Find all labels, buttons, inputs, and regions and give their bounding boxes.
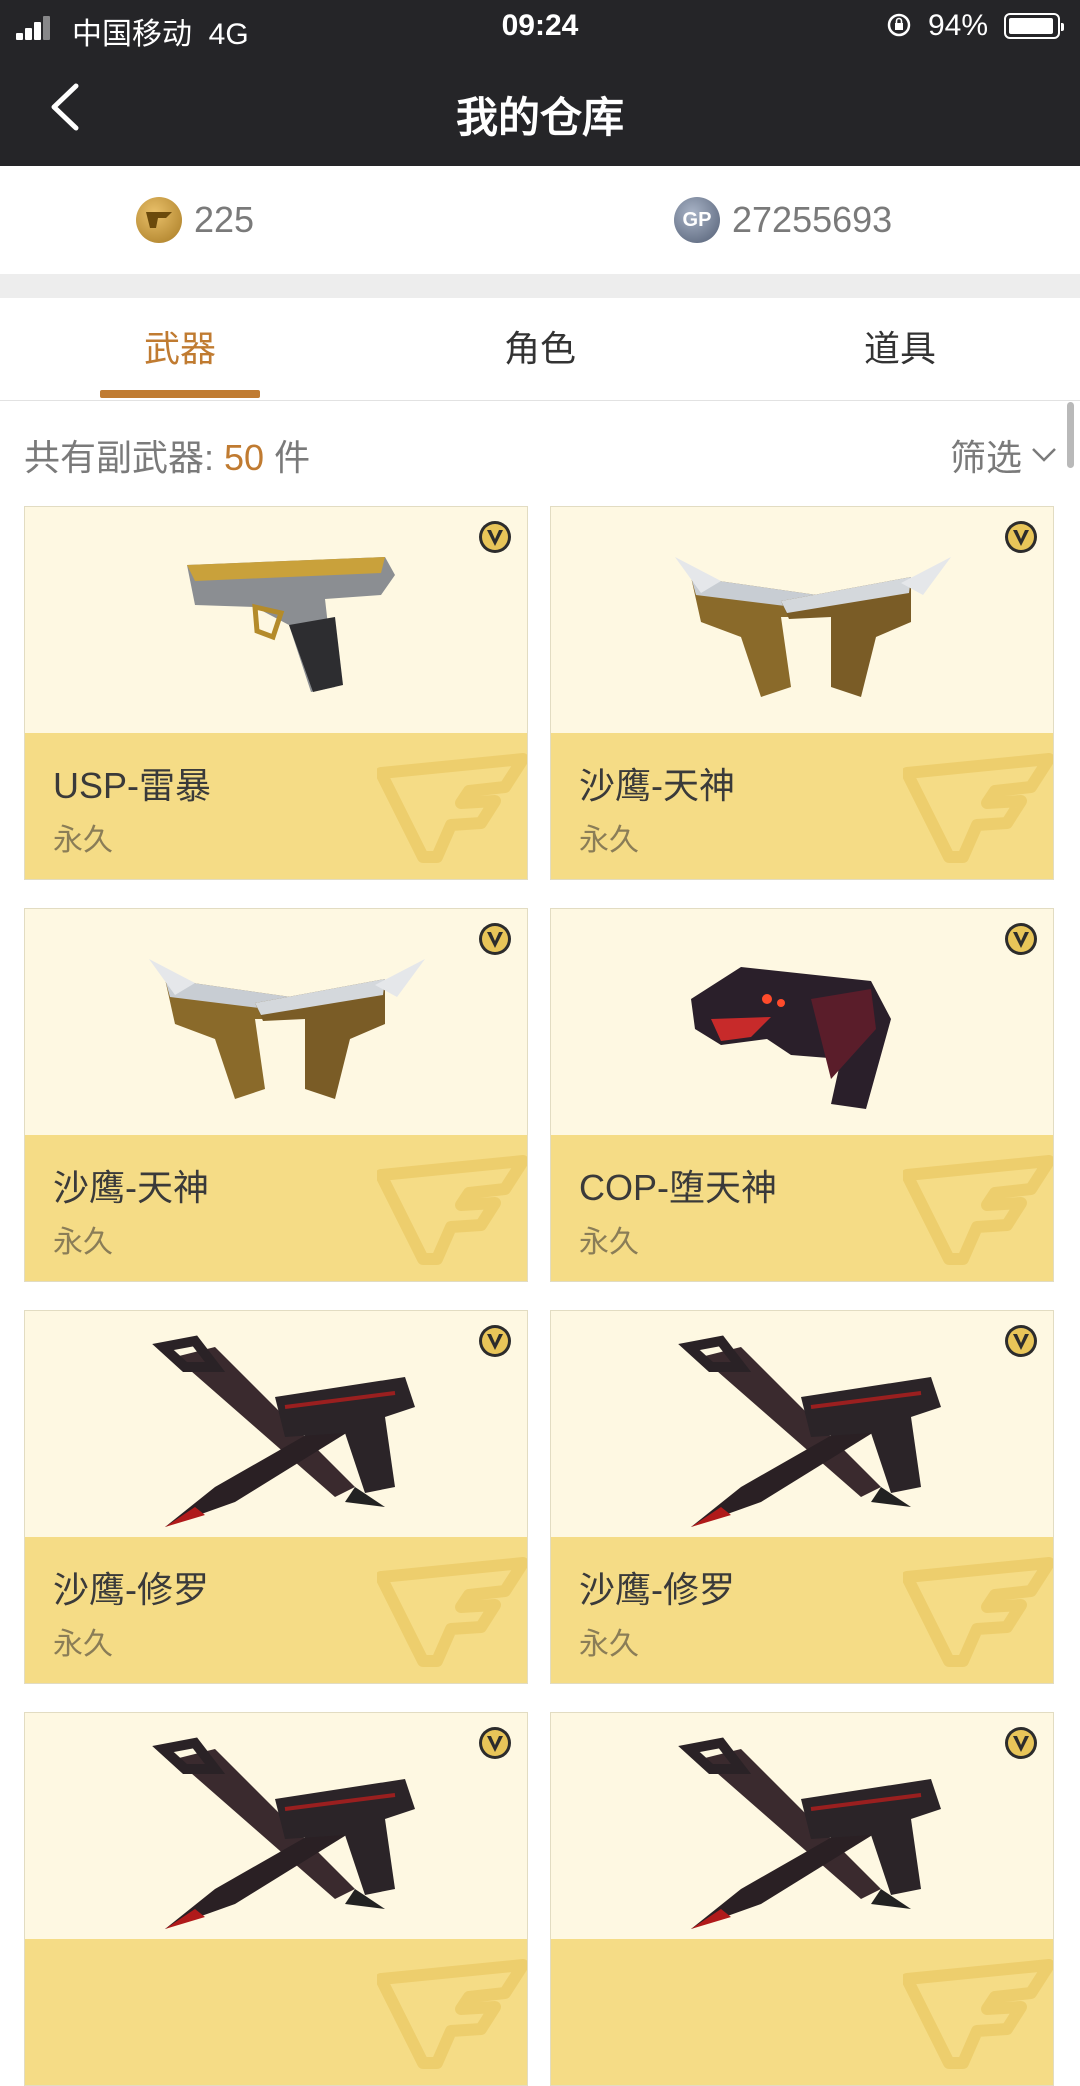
weapon-card[interactable] <box>550 1712 1054 2086</box>
cf-watermark-icon <box>903 1959 1053 2069</box>
category-tabs: 武器 角色 道具 <box>0 298 1080 401</box>
weapon-image <box>551 1311 1053 1537</box>
currency-bar: 225 GP 27255693 <box>0 166 1080 274</box>
weapon-card[interactable]: 沙鹰-天神 永久 <box>24 908 528 1282</box>
weapon-illustration <box>678 1737 941 1929</box>
weapon-info: COP-堕天神 永久 <box>551 1135 1053 1281</box>
weapon-info: 沙鹰-修罗 永久 <box>551 1537 1053 1683</box>
vip-badge-icon <box>479 1325 511 1357</box>
weapon-card[interactable]: 沙鹰-修罗 永久 <box>24 1310 528 1684</box>
weapon-info: 沙鹰-天神 永久 <box>551 733 1053 879</box>
gp-balance: GP 27255693 <box>674 166 892 274</box>
summary-row: 共有副武器: 50 件 筛选 <box>0 401 1080 497</box>
weapon-name: 沙鹰-天神 <box>579 765 735 806</box>
weapon-card[interactable]: COP-堕天神 永久 <box>550 908 1054 1282</box>
vip-badge-icon <box>1005 521 1037 553</box>
status-bar: 中国移动 4G 09:24 94% <box>0 0 1080 54</box>
gp-coin-icon: GP <box>674 197 720 243</box>
cf-watermark-icon <box>377 1557 527 1667</box>
weapon-duration: 永久 <box>579 1226 639 1259</box>
weapon-name: USP-雷暴 <box>53 765 212 806</box>
weapon-card[interactable] <box>24 1712 528 2086</box>
weapon-info: 沙鹰-天神 永久 <box>25 1135 527 1281</box>
weapon-info <box>25 1939 527 2085</box>
page-title: 我的仓库 <box>455 94 624 141</box>
rotation-lock-icon <box>887 13 911 37</box>
weapon-image <box>551 507 1053 733</box>
weapon-image <box>25 1311 527 1537</box>
weapon-illustration <box>187 557 395 692</box>
weapon-name: COP-堕天神 <box>579 1167 778 1208</box>
cf-watermark-icon <box>377 1959 527 2069</box>
weapon-illustration <box>149 959 425 1099</box>
weapon-card[interactable]: 沙鹰-修罗 永久 <box>550 1310 1054 1684</box>
weapon-image <box>25 1713 527 1939</box>
weapon-name: 沙鹰-修罗 <box>579 1569 735 1610</box>
weapon-card[interactable]: USP-雷暴 永久 <box>24 506 528 880</box>
vip-badge-icon <box>479 521 511 553</box>
weapon-illustration <box>678 1335 941 1527</box>
clock: 09:24 <box>501 9 579 42</box>
weapon-image <box>551 1713 1053 1939</box>
weapon-info: USP-雷暴 永久 <box>25 733 527 879</box>
cf-coin-icon <box>136 197 182 243</box>
weapon-image <box>551 909 1053 1135</box>
weapon-duration: 永久 <box>53 1226 113 1259</box>
weapon-image <box>25 507 527 733</box>
weapon-card[interactable]: 沙鹰-天神 永久 <box>550 506 1054 880</box>
scrollbar[interactable] <box>1067 402 1074 468</box>
cf-watermark-icon <box>903 1557 1053 1667</box>
weapon-duration: 永久 <box>53 824 113 857</box>
filter-button[interactable]: 筛选 <box>950 429 1058 481</box>
tab-items[interactable]: 道具 <box>720 298 1080 400</box>
cf-coin-balance: 225 <box>136 166 254 274</box>
battery-icon <box>1004 13 1064 39</box>
weapon-illustration <box>691 967 891 1109</box>
gp-amount: 27255693 <box>732 199 893 240</box>
vip-badge-icon <box>1005 1325 1037 1357</box>
filter-label: 筛选 <box>949 437 1022 478</box>
cf-coin-amount: 225 <box>194 199 255 240</box>
weapon-duration: 永久 <box>579 824 639 857</box>
weapon-info: 沙鹰-修罗 永久 <box>25 1537 527 1683</box>
weapon-count: 共有副武器: 50 件 <box>24 437 311 478</box>
weapon-image <box>25 909 527 1135</box>
weapon-duration: 永久 <box>579 1628 639 1661</box>
cf-watermark-icon <box>903 1155 1053 1265</box>
section-divider <box>0 274 1080 298</box>
weapon-illustration <box>152 1335 415 1527</box>
vip-badge-icon <box>479 1727 511 1759</box>
weapon-name: 沙鹰-天神 <box>53 1167 209 1208</box>
weapon-name: 沙鹰-修罗 <box>53 1569 209 1610</box>
cf-watermark-icon <box>377 753 527 863</box>
tab-weapons[interactable]: 武器 <box>0 298 360 400</box>
weapon-info <box>551 1939 1053 2085</box>
vip-badge-icon <box>1005 923 1037 955</box>
battery-percent: 94% <box>928 9 989 42</box>
chevron-down-icon <box>1032 448 1056 462</box>
weapon-illustration <box>675 557 951 697</box>
cf-watermark-icon <box>377 1155 527 1265</box>
tab-characters[interactable]: 角色 <box>360 298 720 400</box>
weapon-illustration <box>152 1737 415 1929</box>
vip-badge-icon <box>1005 1727 1037 1759</box>
active-tab-indicator <box>100 390 260 398</box>
cf-watermark-icon <box>903 753 1053 863</box>
vip-badge-icon <box>479 923 511 955</box>
weapon-duration: 永久 <box>53 1628 113 1661</box>
top-bar: 中国移动 4G 09:24 94% 我的仓库 <box>0 0 1080 166</box>
